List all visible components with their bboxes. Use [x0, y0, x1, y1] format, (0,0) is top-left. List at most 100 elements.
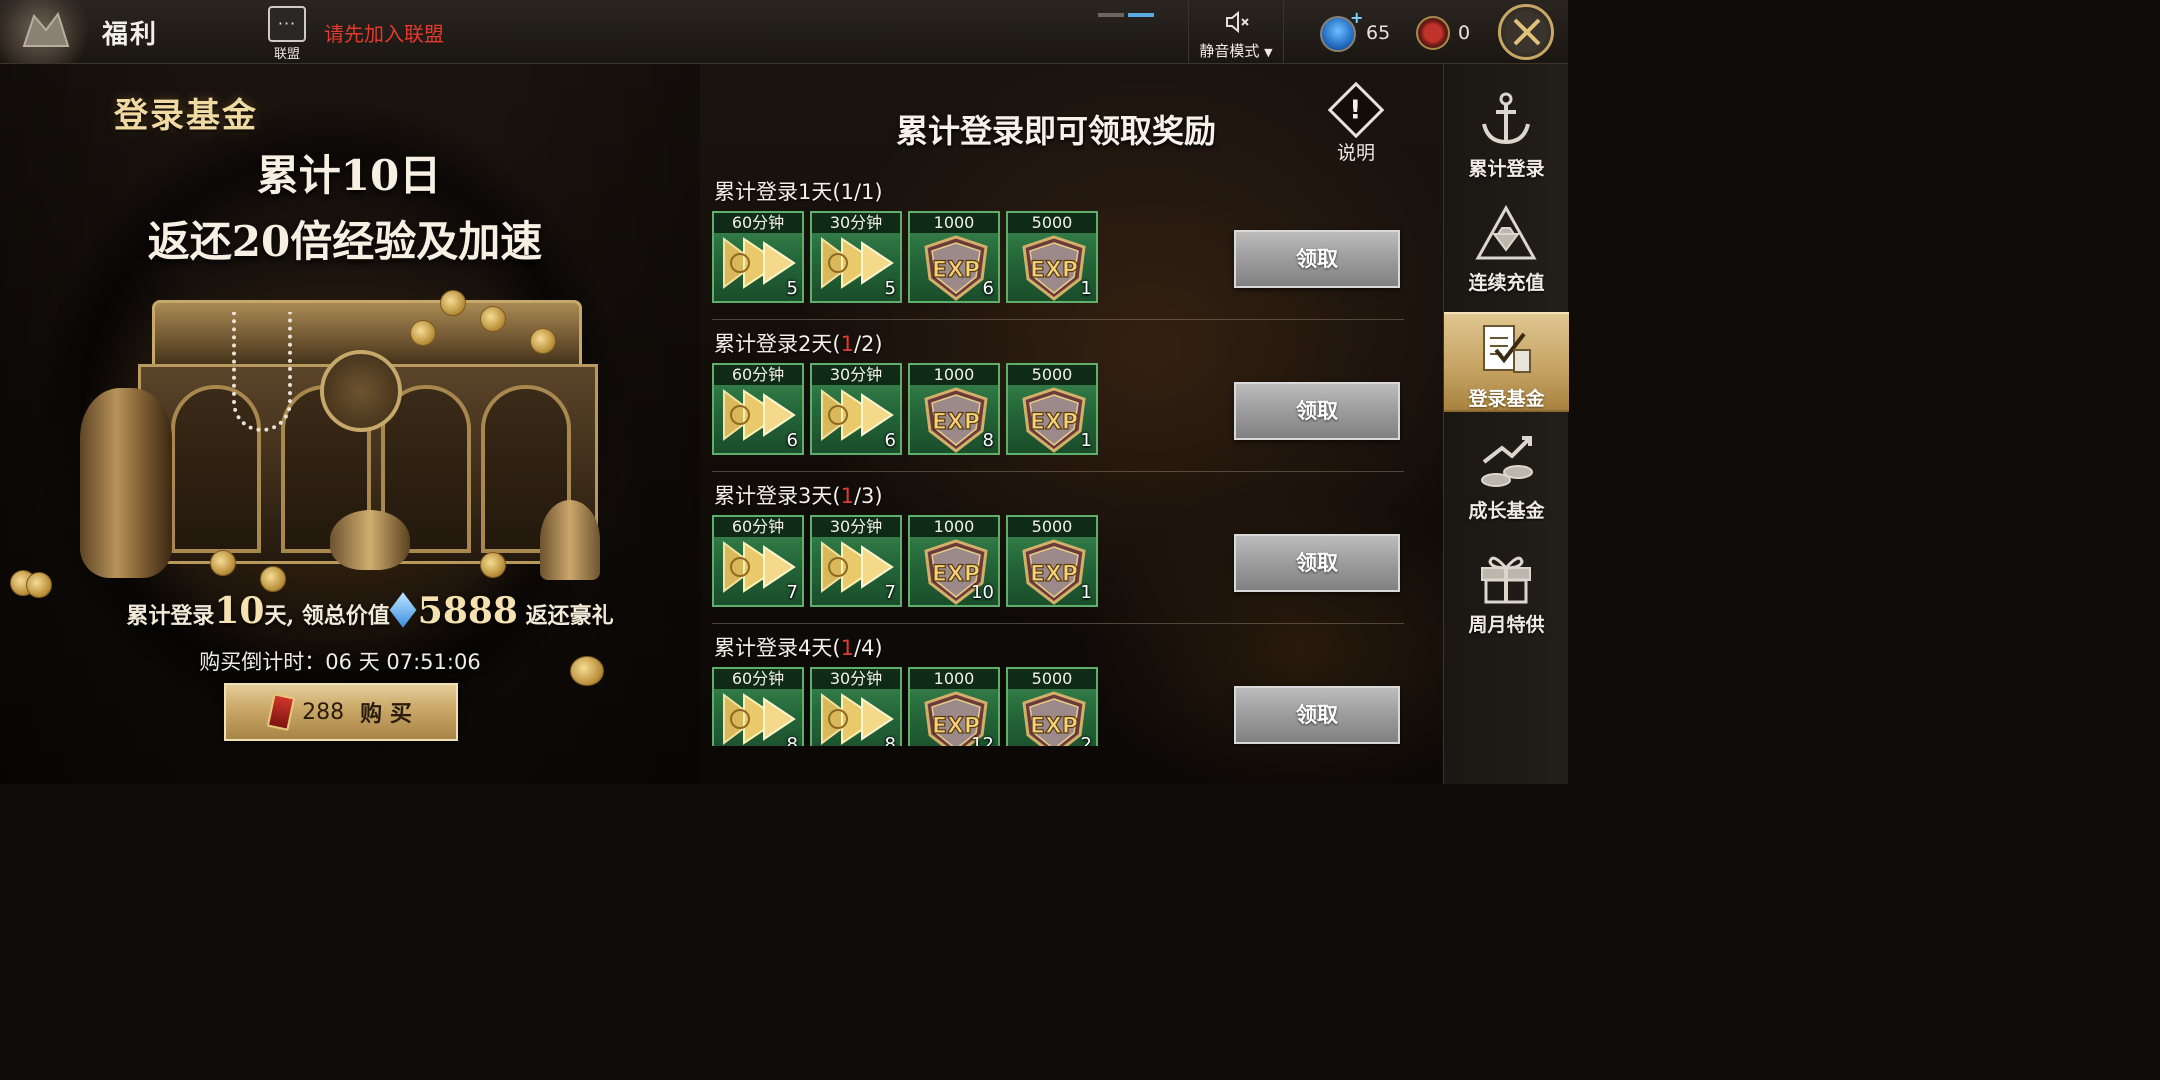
explain-button[interactable]: ! 说明	[1326, 81, 1386, 165]
reward-item-tag: 1000	[910, 669, 998, 689]
sidebar: 累计登录连续充值登录基金成长基金周月特供	[1443, 64, 1569, 784]
reward-item[interactable]: 60分钟 6	[712, 363, 804, 455]
reward-item-count: 8	[786, 734, 798, 746]
reward-row-title: 累计登录4天(1/4)	[714, 632, 883, 662]
gold-coin	[480, 552, 506, 578]
red-card-icon	[266, 693, 296, 731]
row-progress: 1	[840, 180, 854, 204]
sidebar-item-label: 周月特供	[1468, 614, 1545, 636]
row-title-text: 累计登录2天(	[714, 332, 841, 356]
reward-item-tag: 60分钟	[714, 517, 802, 537]
claim-button[interactable]: 领取	[1234, 534, 1400, 592]
golden-bowl	[330, 510, 410, 570]
row-progress-total: /4)	[853, 636, 883, 660]
mute-mode-button[interactable]: 静音模式 ▼	[1188, 0, 1284, 64]
reward-item-count: 6	[786, 430, 798, 451]
page-indicator	[1098, 2, 1158, 21]
reward-row: 累计登录4天(1/4) 60分钟 8 30分钟 8 EXP 1000 12 EXP 5000 2 领取	[712, 624, 1404, 746]
reward-item-tag: 60分钟	[714, 365, 802, 385]
sidebar-item[interactable]: 累计登录	[1444, 84, 1569, 184]
page-dot-active	[1128, 13, 1154, 17]
sidebar-item[interactable]: 周月特供	[1444, 540, 1569, 640]
reward-item[interactable]: 60分钟 8	[712, 667, 804, 746]
reward-item[interactable]: 30分钟 7	[810, 515, 902, 607]
treasure-chest-illustration	[10, 280, 680, 600]
reward-list[interactable]: 累计登录1天(1/1) 60分钟 5 30分钟 5 EXP 1000 6 EXP 5000 1 领取累…	[712, 168, 1404, 746]
claim-button[interactable]: 领取	[1234, 382, 1400, 440]
reward-row: 累计登录1天(1/1) 60分钟 5 30分钟 5 EXP 1000 6 EXP 5000 1 领取	[712, 168, 1404, 320]
gold-coin	[440, 290, 466, 316]
reward-item[interactable]: 60分钟 7	[712, 515, 804, 607]
sidebar-item[interactable]: 成长基金	[1444, 426, 1569, 526]
reward-item[interactable]: EXP 1000 8	[908, 363, 1000, 455]
reward-item[interactable]: EXP 5000 1	[1006, 515, 1098, 607]
reward-item[interactable]: EXP 5000 2	[1006, 667, 1098, 746]
page-dot	[1098, 13, 1124, 17]
reward-item-count: 6	[982, 278, 994, 299]
welfare-emblem-icon	[0, 0, 92, 64]
row-progress-total: /2)	[853, 332, 883, 356]
reward-item-tag: 5000	[1008, 517, 1096, 537]
red-card-icon	[1416, 16, 1450, 50]
sidebar-item[interactable]: 登录基金	[1444, 312, 1569, 412]
row-title-text: 累计登录3天(	[714, 484, 841, 508]
row-progress-total: /3)	[853, 484, 883, 508]
reward-item[interactable]: 30分钟 8	[810, 667, 902, 746]
reward-row: 累计登录3天(1/3) 60分钟 7 30分钟 7 EXP 1000 10 EXP 5000 1 领取	[712, 472, 1404, 624]
reward-item-count: 2	[1080, 734, 1092, 746]
reward-item-tag: 30分钟	[812, 213, 900, 233]
reward-item[interactable]: EXP 1000 12	[908, 667, 1000, 746]
reward-item[interactable]: EXP 1000 6	[908, 211, 1000, 303]
reward-item-tag: 1000	[910, 213, 998, 233]
reward-row: 累计登录2天(1/2) 60分钟 6 30分钟 6 EXP 1000 8 EXP 5000 1 领取	[712, 320, 1404, 472]
svg-text:EXP: EXP	[1030, 562, 1078, 587]
svg-text:EXP: EXP	[1030, 258, 1078, 283]
golden-pitcher	[80, 388, 172, 578]
fund-document-icon	[1474, 320, 1538, 380]
alliance-button[interactable]: 联盟	[264, 6, 310, 62]
golden-goblet	[540, 500, 600, 580]
close-button[interactable]	[1498, 4, 1554, 60]
svg-text:EXP: EXP	[1030, 714, 1078, 739]
summary-suffix: 返还豪礼	[525, 603, 614, 629]
reward-item[interactable]: 30分钟 5	[810, 211, 902, 303]
page-title: 福利	[102, 20, 159, 50]
svg-text:EXP: EXP	[932, 410, 980, 435]
reward-item[interactable]: 60分钟 5	[712, 211, 804, 303]
diamond-triangle-icon	[1474, 204, 1538, 264]
reward-item-count: 1	[1080, 278, 1092, 299]
pearl-necklace	[232, 312, 292, 432]
summary-prefix: 累计登录	[126, 603, 215, 629]
promo-title: 登录基金	[114, 96, 258, 136]
top-bar: 福利 联盟 请先加入联盟 静音模式 ▼ + 65 0	[0, 0, 1568, 64]
buy-button[interactable]: 288 购 买	[224, 683, 458, 741]
sidebar-item[interactable]: 连续充值	[1444, 198, 1569, 298]
caret-down-icon: ▼	[1264, 46, 1273, 59]
svg-text:EXP: EXP	[1030, 410, 1078, 435]
reward-item[interactable]: 30分钟 6	[810, 363, 902, 455]
row-title-text: 累计登录1天(	[714, 180, 841, 204]
sidebar-item-label: 成长基金	[1468, 500, 1545, 522]
speaker-muted-icon	[1226, 10, 1249, 34]
gold-coin	[530, 328, 556, 354]
anchor-icon	[1474, 90, 1538, 150]
alliance-hint: 请先加入联盟	[324, 22, 444, 46]
explain-label: 说明	[1336, 142, 1375, 164]
reward-item-tag: 30分钟	[812, 365, 900, 385]
reward-item[interactable]: EXP 5000 1	[1006, 211, 1098, 303]
buy-price: 288	[302, 699, 345, 725]
purchase-countdown: 购买倒计时：06 天 07:51:06	[199, 650, 481, 674]
promo-summary: 累计登录10天, 领总价值 5888 返还豪礼	[0, 590, 740, 632]
reward-item-tag: 30分钟	[812, 517, 900, 537]
reward-row-title: 累计登录3天(1/3)	[714, 480, 883, 510]
chest-medallion	[320, 350, 402, 432]
claim-button[interactable]: 领取	[1234, 230, 1400, 288]
alliance-chat-icon	[268, 6, 306, 42]
claim-button[interactable]: 领取	[1234, 686, 1400, 744]
reward-item-tag: 60分钟	[714, 669, 802, 689]
buy-label: 购 买	[360, 702, 412, 727]
reward-item-count: 7	[786, 582, 798, 603]
reward-item[interactable]: EXP 5000 1	[1006, 363, 1098, 455]
rewards-title: 累计登录即可领取奖励	[895, 112, 1216, 150]
reward-item[interactable]: EXP 1000 10	[908, 515, 1000, 607]
